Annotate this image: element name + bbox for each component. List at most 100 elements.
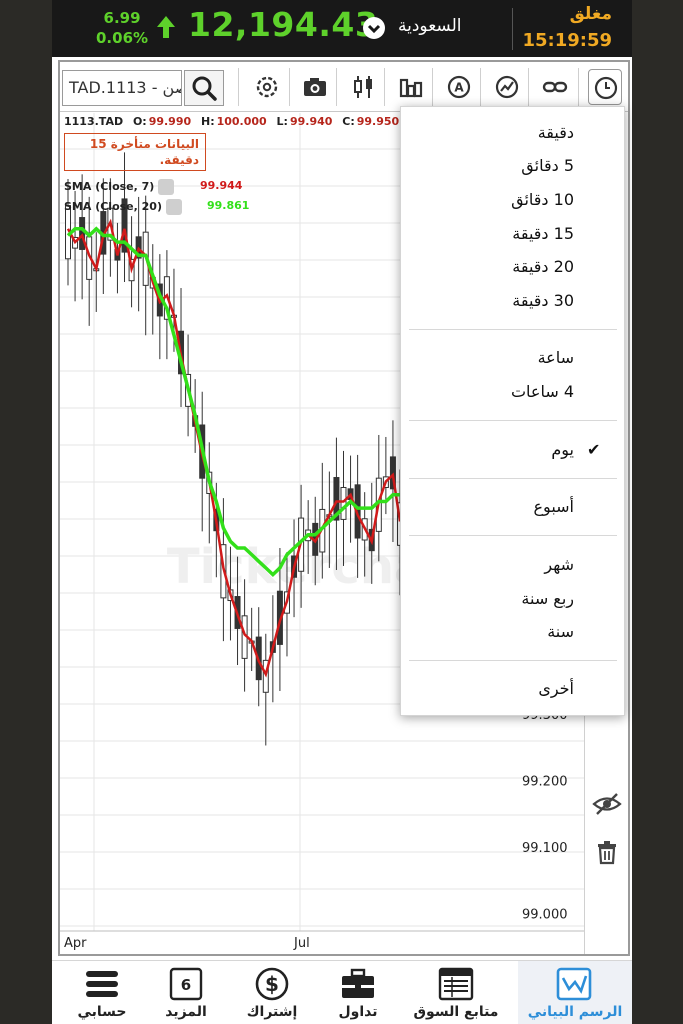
nav-chart[interactable]: الرسم البياني — [518, 961, 632, 1024]
sma7-value: 99.944 — [200, 179, 243, 192]
market-time: 15:19:59 — [522, 30, 612, 51]
market-watch-icon — [438, 967, 474, 1001]
legend-low-label: L: — [276, 115, 288, 128]
menu-item-10min[interactable]: 10 دقائق — [511, 190, 574, 209]
legend-high-label: H: — [200, 115, 215, 128]
legend-close-value: 99.950 — [356, 115, 400, 128]
svg-text:$: $ — [265, 972, 279, 996]
nav-subscribe-label: إشتراك — [246, 1004, 298, 1020]
search-button[interactable] — [184, 70, 224, 106]
indicator-a-icon[interactable]: A — [446, 74, 472, 100]
menu-divider — [409, 535, 617, 536]
time-axis-label: Apr — [64, 936, 87, 951]
nav-more-badge: 6 — [181, 976, 191, 994]
sma20-settings-icon[interactable] — [166, 199, 182, 215]
up-arrow-icon — [157, 16, 175, 38]
nav-account[interactable]: حسابي — [54, 961, 150, 1024]
dollar-icon: $ — [255, 967, 289, 1001]
sma7-legend: SMA (Close, 7) 99.944 — [64, 179, 242, 195]
price-axis-label: 99.100 — [522, 841, 568, 856]
menu-item-15min[interactable]: 15 دقيقة — [512, 224, 574, 243]
nav-account-label: حسابي — [77, 1004, 127, 1020]
market-name[interactable]: السعودية — [398, 16, 461, 36]
menu-item-5min[interactable]: 5 دقائق — [521, 156, 574, 175]
toolbar-divider — [336, 68, 337, 106]
nav-chart-label: الرسم البياني — [527, 1004, 623, 1020]
svg-text:A: A — [454, 81, 464, 95]
timeframe-button[interactable] — [588, 69, 622, 105]
legend-open-label: O: — [132, 115, 147, 128]
price-axis-label: 99.000 — [522, 908, 568, 923]
checkmark-icon: ✔ — [587, 440, 601, 459]
trash-icon[interactable] — [595, 839, 619, 865]
menu-divider — [409, 660, 617, 661]
legend-low-value: 99.940 — [289, 115, 333, 128]
nav-trade-label: تداول — [338, 1004, 378, 1020]
candle-body — [79, 217, 86, 250]
symbol-search-input[interactable]: TAD.1113 - صن — [62, 70, 182, 106]
toolbar-divider — [238, 68, 239, 106]
menu-item-day[interactable]: يوم — [551, 440, 574, 459]
settings-icon[interactable] — [254, 74, 280, 100]
index-change: 6.99 0.06% — [96, 8, 148, 48]
chart-toolbar: TAD.1113 - صن — [60, 62, 628, 112]
legend-open-value: 99.990 — [148, 115, 192, 128]
menu-item-month[interactable]: شهر — [544, 555, 574, 574]
bottom-navigation: حسابي 6 المزيد $ إشتراك تداول متابع السو… — [52, 960, 632, 1024]
menu-item-1h[interactable]: ساعة — [538, 348, 574, 367]
menu-item-1min[interactable]: دقيقة — [538, 123, 574, 142]
toolbar-divider — [480, 68, 481, 106]
toolbar-divider — [432, 68, 433, 106]
menu-item-year[interactable]: سنة — [547, 622, 574, 641]
nav-market-watch-label: متابع السوق — [413, 1004, 499, 1020]
briefcase-icon — [342, 968, 374, 998]
index-change-abs: 6.99 — [103, 9, 141, 27]
ohlc-legend: 1113.TAD O: 99.990 H: 100.000 L: 99.940 C: 9… — [64, 115, 405, 128]
chart-icon — [556, 967, 592, 1001]
link-icon[interactable] — [542, 74, 568, 100]
menu-item-week[interactable]: أسبوع — [534, 497, 575, 516]
toolbar-divider — [384, 68, 385, 106]
nav-subscribe[interactable]: $ إشتراك — [224, 961, 320, 1024]
menu-divider — [409, 420, 617, 421]
menu-divider — [409, 478, 617, 479]
market-status: مغلق — [569, 4, 612, 24]
index-change-pct: 0.06% — [96, 29, 149, 47]
sma20-value: 99.861 — [207, 199, 250, 212]
menu-item-30min[interactable]: 30 دقيقة — [512, 291, 574, 310]
nav-more[interactable]: 6 المزيد — [138, 961, 234, 1024]
price-axis-label: 99.200 — [522, 775, 568, 790]
index-value: 12,194.43 — [188, 5, 379, 44]
sma20-legend: SMA (Close, 20) 99.861 — [64, 199, 249, 215]
delay-notice: البيانات متأخرة 15 دقيقة. — [64, 133, 206, 171]
menu-item-quarter[interactable]: ربع سنة — [521, 589, 574, 608]
nav-market-watch[interactable]: متابع السوق — [408, 961, 504, 1024]
clock-icon — [594, 76, 618, 100]
hide-icon[interactable] — [592, 791, 622, 817]
toolbar-divider — [289, 68, 290, 106]
candlestick-icon[interactable] — [351, 74, 377, 100]
calendar-icon: 6 — [169, 967, 203, 1001]
legend-close-label: C: — [342, 115, 355, 128]
sma7-settings-icon[interactable] — [158, 179, 175, 195]
menu-icon — [86, 971, 118, 997]
legend-high-value: 100.000 — [216, 115, 267, 128]
sma20-label: SMA (Close, 20) — [64, 200, 162, 213]
market-selector-chevron-icon[interactable] — [363, 17, 385, 39]
timeframe-menu: دقيقة 5 دقائق 10 دقائق 15 دقيقة 20 دقيقة… — [400, 106, 625, 716]
menu-divider — [409, 329, 617, 330]
menu-item-20min[interactable]: 20 دقيقة — [512, 257, 574, 276]
menu-item-4h[interactable]: 4 ساعات — [511, 382, 574, 401]
toolbar-divider — [528, 68, 529, 106]
legend-symbol: 1113.TAD — [64, 115, 124, 128]
search-icon — [192, 76, 217, 101]
camera-icon[interactable] — [302, 74, 328, 100]
market-ticker-bar: 6.99 0.06% 12,194.43 السعودية مغلق 15:19… — [52, 0, 632, 57]
time-axis-label: Jul — [293, 936, 310, 951]
nav-trade[interactable]: تداول — [310, 961, 406, 1024]
nav-more-label: المزيد — [165, 1004, 207, 1020]
line-chart-icon[interactable] — [494, 74, 520, 100]
sma7-label: SMA (Close, 7) — [64, 180, 155, 193]
bar-chart-icon[interactable] — [398, 74, 424, 100]
menu-item-other[interactable]: أخرى — [538, 679, 574, 698]
